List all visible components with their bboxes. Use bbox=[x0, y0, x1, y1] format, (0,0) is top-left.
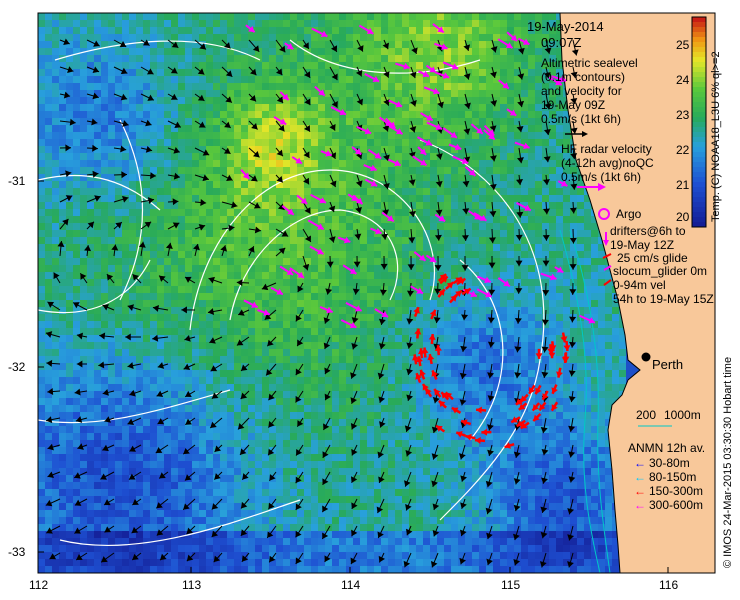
time-label: 09:07Z bbox=[541, 35, 582, 50]
date-label: 19-May-2014 bbox=[527, 19, 604, 34]
glider-line-2: 0-94m vel bbox=[613, 278, 666, 292]
arrow-left-icon: ← bbox=[634, 470, 646, 484]
x-tick-label: 113 bbox=[182, 578, 202, 592]
glide-label: 25 cm/s glide bbox=[617, 251, 688, 265]
altimetry-line-3: and velocity for bbox=[541, 84, 622, 98]
perth-marker bbox=[641, 352, 651, 362]
arrow-left-icon: ← bbox=[634, 484, 646, 498]
x-tick-label: 112 bbox=[29, 578, 49, 592]
hf-radar-line-3: 0.5m/s (1kt 6h) bbox=[561, 170, 642, 184]
drifters-line-2: 19-May 12Z bbox=[610, 238, 675, 252]
bathy-1000-label: 1000m bbox=[664, 408, 701, 422]
hf-radar-line-2: (4-12h avg)noQC bbox=[561, 156, 654, 170]
anmn-item-3: ← 150-300m bbox=[634, 484, 704, 498]
anmn-item-2: ← 80-150m bbox=[634, 470, 697, 484]
argo-label: Argo bbox=[616, 207, 642, 221]
x-tick-label: 116 bbox=[659, 578, 679, 592]
credit-text: © IMOS 24-Mar-2015 03:30:30 Hobart time bbox=[722, 356, 734, 568]
anmn-title: ANMN 12h av. bbox=[628, 441, 706, 455]
altimetry-line-5: 0.5m/s (1kt 6h) bbox=[541, 112, 622, 126]
colorbar-tick: 24 bbox=[676, 73, 690, 87]
x-tick-label: 115 bbox=[501, 578, 521, 592]
y-tick-label: -31 bbox=[8, 174, 26, 188]
colorbar-tick: 21 bbox=[676, 178, 690, 192]
arrow-left-icon: ← bbox=[634, 498, 646, 512]
colorbar-tick: 22 bbox=[676, 143, 690, 157]
glider-line-1: slocum_glider 0m bbox=[613, 264, 708, 278]
anmn-item-4: ← 300-600m bbox=[634, 498, 704, 512]
altimetry-line-4: 19-May 09Z bbox=[541, 98, 606, 112]
bathy-200-label: 200 bbox=[636, 408, 657, 422]
colorbar bbox=[692, 17, 706, 227]
altimetry-line-2: (0.1m contours) bbox=[541, 70, 626, 84]
anmn-item-1: ← 30-80m bbox=[634, 456, 690, 470]
y-tick-label: -32 bbox=[8, 360, 26, 374]
colorbar-tick: 23 bbox=[676, 108, 690, 122]
colorbar-tick: 20 bbox=[676, 210, 690, 224]
drifters-line-1: drifters@6h to bbox=[610, 224, 686, 238]
colorbar-label: Temp. (C) NOAA18_L3U 6% ql>=2 bbox=[710, 51, 722, 222]
y-tick-label: -33 bbox=[8, 545, 26, 559]
colorbar-tick: 25 bbox=[676, 38, 690, 52]
perth-label: Perth bbox=[652, 357, 684, 372]
hf-radar-line-1: HF radar velocity bbox=[561, 142, 652, 156]
x-tick-label: 114 bbox=[341, 578, 361, 592]
altimetry-line-1: Altimetric sealevel bbox=[541, 56, 638, 70]
glider-line-3: 54h to 19-May 15Z bbox=[613, 292, 714, 306]
arrow-left-icon: ← bbox=[634, 456, 646, 470]
